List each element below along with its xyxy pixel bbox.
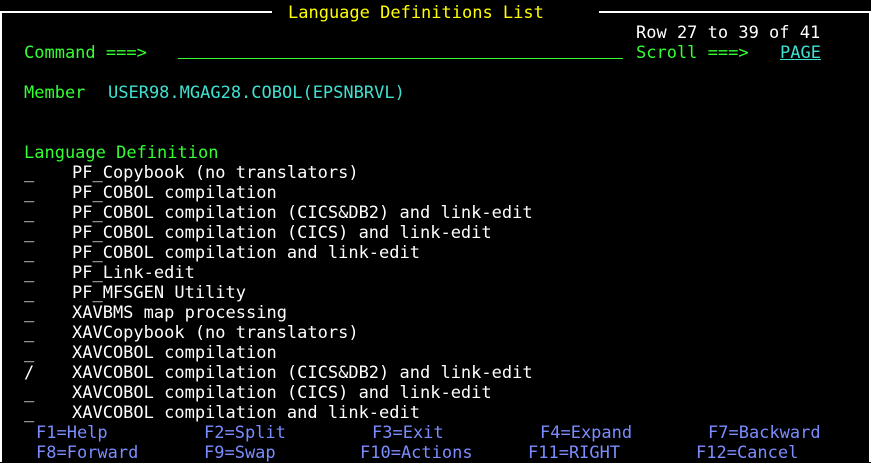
f9-swap-key[interactable]: F9=Swap <box>204 443 276 463</box>
frame-top-left <box>0 11 272 13</box>
command-input-underline <box>178 58 623 59</box>
f12-cancel-key[interactable]: F12=Cancel <box>696 443 798 463</box>
row-select-field[interactable]: / <box>24 363 34 383</box>
list-item: PF_Link-edit <box>72 263 195 283</box>
list-item: PF_COBOL compilation (CICS) and link-edi… <box>72 223 492 243</box>
member-label: Member <box>24 83 86 103</box>
row-select-field[interactable]: _ <box>24 303 34 323</box>
row-select-field[interactable]: _ <box>24 183 34 203</box>
member-value: USER98.MGAG28.COBOL(EPSNBRVL) <box>108 83 405 103</box>
frame-top-right <box>599 11 871 13</box>
f4-expand-key[interactable]: F4=Expand <box>540 423 632 443</box>
list-item: XAVCOBOL compilation (CICS&DB2) and link… <box>72 363 533 383</box>
row-select-field[interactable]: _ <box>24 243 34 263</box>
row-select-field[interactable]: _ <box>24 343 34 363</box>
command-input[interactable] <box>178 43 623 59</box>
list-item: XAVCOBOL compilation (CICS) and link-edi… <box>72 383 492 403</box>
row-select-field[interactable]: _ <box>24 383 34 403</box>
row-select-field[interactable]: _ <box>24 223 34 243</box>
row-select-field[interactable]: _ <box>24 163 34 183</box>
list-item: XAVCOBOL compilation <box>72 343 277 363</box>
list-item: XAVCopybook (no translators) <box>72 323 359 343</box>
list-item: PF_MFSGEN Utility <box>72 283 246 303</box>
f11-right-key[interactable]: F11=RIGHT <box>528 443 620 463</box>
f10-actions-key[interactable]: F10=Actions <box>360 443 473 463</box>
f8-forward-key[interactable]: F8=Forward <box>36 443 138 463</box>
list-item: XAVBMS map processing <box>72 303 287 323</box>
f3-exit-key[interactable]: F3=Exit <box>372 423 444 443</box>
row-select-field[interactable]: _ <box>24 263 34 283</box>
list-item: PF_COBOL compilation <box>72 183 277 203</box>
row-select-field[interactable]: _ <box>24 203 34 223</box>
row-select-field[interactable]: _ <box>24 283 34 303</box>
row-select-field[interactable]: _ <box>24 323 34 343</box>
row-select-field[interactable]: _ <box>24 403 34 423</box>
f1-help-key[interactable]: F1=Help <box>36 423 108 443</box>
row-info: Row 27 to 39 of 41 <box>636 23 821 43</box>
panel-title: Language Definitions List <box>288 3 544 23</box>
list-item: PF_Copybook (no translators) <box>72 163 359 183</box>
list-header: Language Definition <box>24 143 219 163</box>
command-label: Command ===> <box>24 43 147 63</box>
f2-split-key[interactable]: F2=Split <box>204 423 286 443</box>
list-item: PF_COBOL compilation (CICS&DB2) and link… <box>72 203 533 223</box>
scroll-label: Scroll ===> <box>636 43 749 63</box>
scroll-value-field[interactable]: PAGE <box>780 43 821 63</box>
list-item: PF_COBOL compilation and link-edit <box>72 243 420 263</box>
list-item: XAVCOBOL compilation and link-edit <box>72 403 420 423</box>
list: _ PF_Copybook (no translators) _ PF_COBO… <box>0 163 871 423</box>
f7-backward-key[interactable]: F7=Backward <box>708 423 821 443</box>
